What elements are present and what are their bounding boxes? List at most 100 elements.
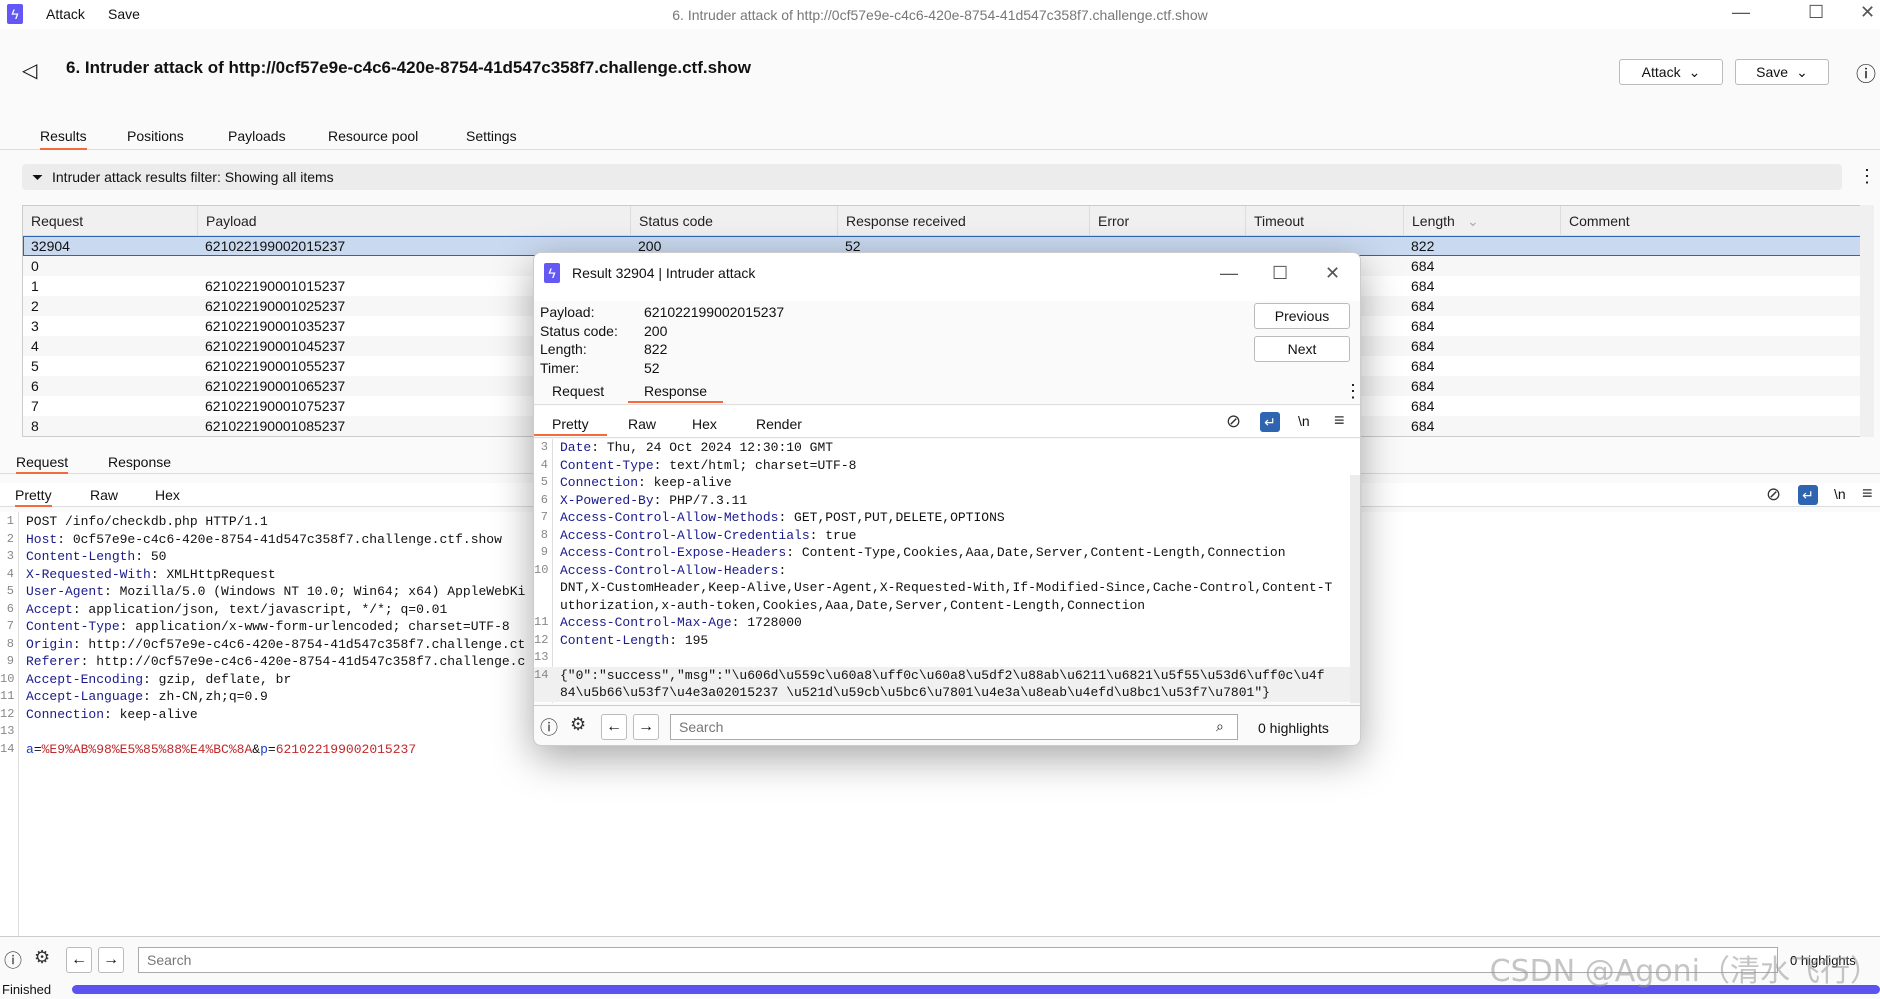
tab-positions[interactable]: Positions bbox=[127, 126, 184, 150]
line-text: Origin: http://0cf57e9e-c4c6-420e-8754-4… bbox=[26, 636, 526, 652]
response-editor[interactable]: 3 Date: Thu, 24 Oct 2024 12:30:10 GMT 4 Con… bbox=[534, 439, 1360, 703]
tab-response[interactable]: Response bbox=[628, 381, 724, 403]
tab-raw[interactable]: Raw bbox=[90, 485, 118, 507]
menu-icon[interactable]: ≡ bbox=[1334, 410, 1345, 431]
line-text: Access-Control-Max-Age: 1728000 bbox=[560, 615, 802, 630]
editor-line: 4 Content-Type: text/html; charset=UTF-8 bbox=[534, 457, 1360, 475]
table-cell: 684 bbox=[1411, 358, 1435, 374]
tab-resource-pool[interactable]: Resource pool bbox=[328, 126, 418, 150]
search-input[interactable]: Search bbox=[670, 714, 1238, 740]
header-name: Access-Control-Allow-Headers bbox=[560, 562, 779, 578]
line-number: 13 bbox=[0, 724, 15, 738]
tab-pretty[interactable]: Pretty bbox=[15, 485, 52, 507]
header-value: keep-alive bbox=[119, 706, 198, 722]
maximize-icon[interactable]: ☐ bbox=[1272, 263, 1288, 284]
column-header-payload[interactable]: Payload bbox=[197, 206, 257, 236]
column-header-response-received[interactable]: Response received bbox=[837, 206, 966, 236]
back-icon[interactable]: ◁ bbox=[22, 58, 37, 83]
help-icon[interactable]: ⓘ bbox=[4, 947, 22, 973]
editor-scrollbar[interactable] bbox=[1350, 475, 1360, 703]
line-number: 14 bbox=[0, 741, 15, 756]
line-value: 1728000 bbox=[747, 615, 802, 630]
newline-toggle[interactable]: \n bbox=[1834, 486, 1846, 502]
tab-hex[interactable]: Hex bbox=[692, 414, 717, 436]
next-match-button[interactable]: → bbox=[633, 714, 659, 740]
table-cell: 684 bbox=[1411, 318, 1435, 334]
wrap-lines-icon[interactable]: ↵ bbox=[1260, 412, 1280, 432]
wrap-lines-icon[interactable]: ↵ bbox=[1798, 485, 1818, 505]
newline-toggle[interactable]: \n bbox=[1298, 413, 1310, 429]
line-number: 5 bbox=[540, 475, 548, 489]
help-icon[interactable]: ⓘ bbox=[540, 714, 558, 740]
menu-icon[interactable]: ≡ bbox=[1862, 483, 1873, 504]
previous-button[interactable]: Previous bbox=[1254, 303, 1350, 329]
more-options-icon[interactable]: ⋮ bbox=[1858, 166, 1876, 187]
line-text: X-Requested-With: XMLHttpRequest bbox=[26, 566, 276, 582]
line-number: 10 bbox=[0, 671, 15, 686]
attack-button[interactable]: Attack ⌄ bbox=[1619, 59, 1723, 85]
tab-request[interactable]: Request bbox=[552, 381, 604, 403]
column-header-request[interactable]: Request bbox=[23, 206, 83, 236]
hide-icon[interactable]: ⊘ bbox=[1766, 484, 1781, 505]
tab-response[interactable]: Response bbox=[108, 452, 171, 474]
results-filter[interactable]: ⏷ Intruder attack results filter: Showin… bbox=[22, 164, 1842, 190]
maximize-icon[interactable]: ☐ bbox=[1808, 2, 1824, 23]
field-label: Status code: bbox=[540, 323, 618, 339]
table-cell: 1 bbox=[31, 278, 39, 294]
tab-settings[interactable]: Settings bbox=[466, 126, 517, 150]
header-name: Access-Control-Allow-Methods bbox=[560, 510, 779, 525]
tab-render[interactable]: Render bbox=[756, 414, 802, 436]
tab-payloads[interactable]: Payloads bbox=[228, 126, 286, 150]
tab-raw[interactable]: Raw bbox=[628, 414, 656, 436]
more-options-icon[interactable]: ⋮ bbox=[1344, 381, 1360, 402]
header-name: Content-Length bbox=[26, 549, 136, 564]
table-cell: 621022190001075237 bbox=[205, 398, 346, 414]
minimize-icon[interactable]: — bbox=[1732, 2, 1750, 23]
sort-desc-icon: ⌄ bbox=[1467, 213, 1479, 229]
column-header-comment[interactable]: Comment bbox=[1560, 206, 1630, 236]
hide-icon[interactable]: ⊘ bbox=[1226, 411, 1241, 432]
field-label: Timer: bbox=[540, 360, 580, 376]
column-header-timeout[interactable]: Timeout bbox=[1245, 206, 1304, 236]
tab-request[interactable]: Request bbox=[16, 452, 69, 474]
header-value: 50 bbox=[150, 549, 167, 564]
table-cell: 684 bbox=[1411, 278, 1435, 294]
dialog-title: Result 32904 | Intruder attack bbox=[572, 265, 756, 281]
previous-match-button[interactable]: ← bbox=[601, 714, 627, 740]
next-match-button[interactable]: → bbox=[98, 947, 124, 973]
help-icon[interactable]: ⓘ bbox=[1856, 58, 1876, 87]
line-number: 12 bbox=[0, 706, 15, 721]
line-number: 2 bbox=[6, 531, 14, 546]
field-label: Payload: bbox=[540, 304, 595, 320]
table-cell: 684 bbox=[1411, 298, 1435, 314]
chevron-down-icon: ⌄ bbox=[1796, 63, 1808, 80]
editor-line: 84\u5b66\u53f7\u4e3a02015237 \u521d\u59c… bbox=[534, 684, 1360, 702]
close-icon[interactable]: ✕ bbox=[1325, 263, 1340, 284]
line-value: {"0":"success","msg":"\u606d\u559c\u60a8… bbox=[560, 667, 1325, 683]
line-number: 3 bbox=[540, 440, 548, 454]
settings-icon[interactable]: ⚙ bbox=[570, 714, 586, 735]
param-name: a bbox=[26, 741, 34, 757]
editor-line: 12 Content-Length: 195 bbox=[534, 632, 1360, 650]
column-header-length[interactable]: Length bbox=[1403, 206, 1455, 236]
settings-icon[interactable]: ⚙ bbox=[34, 947, 50, 968]
column-header-status-code[interactable]: Status code bbox=[630, 206, 713, 236]
table-cell: 822 bbox=[1411, 238, 1435, 254]
next-button[interactable]: Next bbox=[1254, 336, 1350, 362]
save-button[interactable]: Save ⌄ bbox=[1735, 59, 1829, 85]
editor-line: 13 bbox=[534, 649, 1360, 667]
header-name: Access-Control-Max-Age bbox=[560, 615, 732, 630]
header-value: application/x-www-form-urlencoded; chars… bbox=[135, 619, 510, 634]
tab-hex[interactable]: Hex bbox=[155, 485, 180, 507]
close-icon[interactable]: ✕ bbox=[1860, 2, 1875, 23]
previous-match-button[interactable]: ← bbox=[66, 947, 92, 973]
column-header-error[interactable]: Error bbox=[1089, 206, 1129, 236]
title-bar: ϟ Attack Save 6. Intruder attack of http… bbox=[0, 0, 1880, 29]
line-text: Access-Control-Expose-Headers: Content-T… bbox=[560, 545, 1286, 560]
line-text: Connection: keep-alive bbox=[26, 706, 198, 722]
table-scrollbar[interactable] bbox=[1860, 205, 1874, 437]
tab-results[interactable]: Results bbox=[40, 126, 87, 150]
minimize-icon[interactable]: — bbox=[1220, 263, 1238, 284]
tab-pretty[interactable]: Pretty bbox=[534, 414, 607, 436]
header-value: application/json, text/javascript, */*; … bbox=[88, 601, 448, 617]
